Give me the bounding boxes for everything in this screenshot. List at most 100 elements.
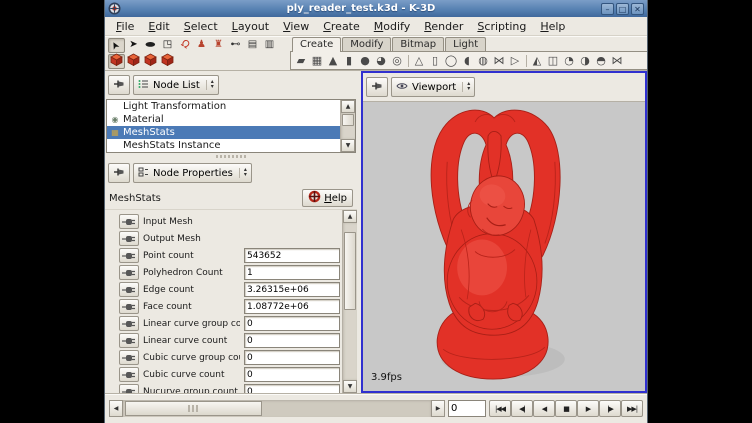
node-list-scrollbar[interactable]: ▲ ▼: [340, 100, 355, 152]
property-value-input[interactable]: [244, 333, 340, 348]
property-value-input[interactable]: [244, 350, 340, 365]
nurbs-cone[interactable]: △: [411, 53, 427, 69]
menu-item[interactable]: Edit: [141, 19, 176, 34]
nurbs-disk[interactable]: ◍: [475, 53, 491, 69]
toolbox-tab[interactable]: Bitmap: [392, 37, 444, 51]
property-plug-button[interactable]: [119, 265, 139, 280]
scroll-up-icon[interactable]: ▲: [341, 100, 355, 113]
property-plug-button[interactable]: [119, 214, 139, 229]
poly-sphere-quad[interactable]: ◕: [373, 53, 389, 69]
quadric-cone[interactable]: ◭: [529, 53, 545, 69]
timeline-track[interactable]: [123, 400, 431, 417]
skip-to-start-button[interactable]: |◀◀: [489, 400, 511, 417]
property-plug-button[interactable]: [119, 350, 139, 365]
menu-item[interactable]: Render: [417, 19, 470, 34]
nurbs-hyperboloid[interactable]: ⋈: [491, 53, 507, 69]
scale-tool[interactable]: ◳: [159, 38, 176, 53]
scroll-down-icon[interactable]: ▼: [341, 139, 355, 152]
properties-scrollbar[interactable]: ▲ ▼: [342, 210, 357, 393]
stop-button[interactable]: ■: [555, 400, 577, 417]
render-preview-tool[interactable]: ▤: [244, 38, 261, 53]
quadric-cylinder[interactable]: ◫: [545, 53, 561, 69]
property-plug-button[interactable]: [119, 367, 139, 382]
select-nodes-mode[interactable]: [108, 54, 125, 69]
node-list-selector[interactable]: Node List ▴▾: [133, 75, 219, 95]
pin-button[interactable]: [366, 77, 388, 97]
select-tool[interactable]: ➤: [108, 38, 125, 53]
plug-tool[interactable]: ⊷: [227, 38, 244, 53]
scroll-up-icon[interactable]: ▲: [343, 210, 357, 223]
play-button[interactable]: ▶: [577, 400, 599, 417]
skip-to-end-button[interactable]: ▶▶|: [621, 400, 643, 417]
menu-item[interactable]: Scripting: [470, 19, 533, 34]
minimize-button[interactable]: –: [601, 3, 614, 15]
maximize-button[interactable]: □: [616, 3, 629, 15]
quadric-hyperboloid[interactable]: ⋈: [609, 53, 625, 69]
property-plug-button[interactable]: [119, 316, 139, 331]
poly-torus[interactable]: ◎: [389, 53, 405, 69]
toolbox-tab[interactable]: Light: [445, 37, 486, 51]
viewport-canvas[interactable]: 3.9fps: [363, 101, 645, 391]
parent-tool[interactable]: ♟: [193, 38, 210, 53]
toolbox-tab[interactable]: Modify: [342, 37, 391, 51]
pin-button[interactable]: [108, 75, 130, 95]
step-forward-button[interactable]: |▶: [599, 400, 621, 417]
scroll-track[interactable]: [341, 113, 355, 139]
frame-number-input[interactable]: [448, 400, 486, 417]
property-plug-button[interactable]: [119, 282, 139, 297]
property-value-input[interactable]: [244, 299, 340, 314]
menu-item[interactable]: Create: [316, 19, 367, 34]
pin-button[interactable]: [108, 163, 130, 183]
menu-item[interactable]: File: [109, 19, 141, 34]
close-button[interactable]: ✕: [631, 3, 644, 15]
timeline-thumb[interactable]: [125, 401, 262, 416]
play-backward-button[interactable]: ◀: [533, 400, 555, 417]
nurbs-paraboloid[interactable]: ▷: [507, 53, 523, 69]
node-list-item[interactable]: Light Transformation: [107, 100, 340, 113]
unparent-tool[interactable]: ♜: [210, 38, 227, 53]
snap-tool[interactable]: Ω: [176, 38, 193, 53]
quadric-torus[interactable]: ◓: [593, 53, 609, 69]
property-plug-button[interactable]: [119, 384, 139, 393]
nurbs-sphere[interactable]: ◯: [443, 53, 459, 69]
timeline-scrollbar[interactable]: ◀ ▶: [109, 400, 445, 417]
nurbs-cylinder[interactable]: ▯: [427, 53, 443, 69]
menu-item[interactable]: Modify: [367, 19, 417, 34]
property-value-input[interactable]: [244, 248, 340, 263]
quadric-sphere[interactable]: ◔: [561, 53, 577, 69]
node-list-item[interactable]: ▦ MeshStats: [107, 126, 340, 139]
menu-item[interactable]: Layout: [225, 19, 276, 34]
render-frame-tool[interactable]: ▥: [261, 38, 278, 53]
poly-sphere[interactable]: ●: [357, 53, 373, 69]
menu-item[interactable]: View: [276, 19, 316, 34]
property-value-input[interactable]: [244, 316, 340, 331]
property-value-input[interactable]: [244, 265, 340, 280]
nurbs-hemisphere[interactable]: ◖: [459, 53, 475, 69]
node-properties-selector[interactable]: Node Properties ▴▾: [133, 163, 252, 183]
move-tool[interactable]: ➤: [125, 38, 142, 53]
property-plug-button[interactable]: [119, 248, 139, 263]
menu-item[interactable]: Select: [177, 19, 225, 34]
property-value-input[interactable]: [244, 384, 340, 393]
node-list-item[interactable]: ◉ Material: [107, 113, 340, 126]
viewport-selector[interactable]: Viewport ▴▾: [391, 77, 475, 97]
rotate-tool[interactable]: ●: [142, 38, 159, 53]
titlebar[interactable]: ply_reader_test.k3d - K-3D – □ ✕: [105, 0, 647, 17]
select-faces-mode[interactable]: [159, 54, 176, 69]
poly-cylinder[interactable]: ▮: [341, 53, 357, 69]
toolbox-tab[interactable]: Create: [292, 37, 341, 52]
scroll-left-icon[interactable]: ◀: [109, 400, 123, 417]
menu-item[interactable]: Help: [533, 19, 572, 34]
select-points-mode[interactable]: [125, 54, 142, 69]
property-plug-button[interactable]: [119, 333, 139, 348]
property-value-input[interactable]: [244, 367, 340, 382]
scroll-right-icon[interactable]: ▶: [431, 400, 445, 417]
poly-cube[interactable]: ▰: [293, 53, 309, 69]
poly-cone[interactable]: ▲: [325, 53, 341, 69]
property-plug-button[interactable]: [119, 299, 139, 314]
select-lines-mode[interactable]: [142, 54, 159, 69]
property-value-input[interactable]: [244, 282, 340, 297]
quadric-hemisphere[interactable]: ◑: [577, 53, 593, 69]
poly-grid[interactable]: ▦: [309, 53, 325, 69]
help-button[interactable]: Help: [302, 189, 353, 207]
